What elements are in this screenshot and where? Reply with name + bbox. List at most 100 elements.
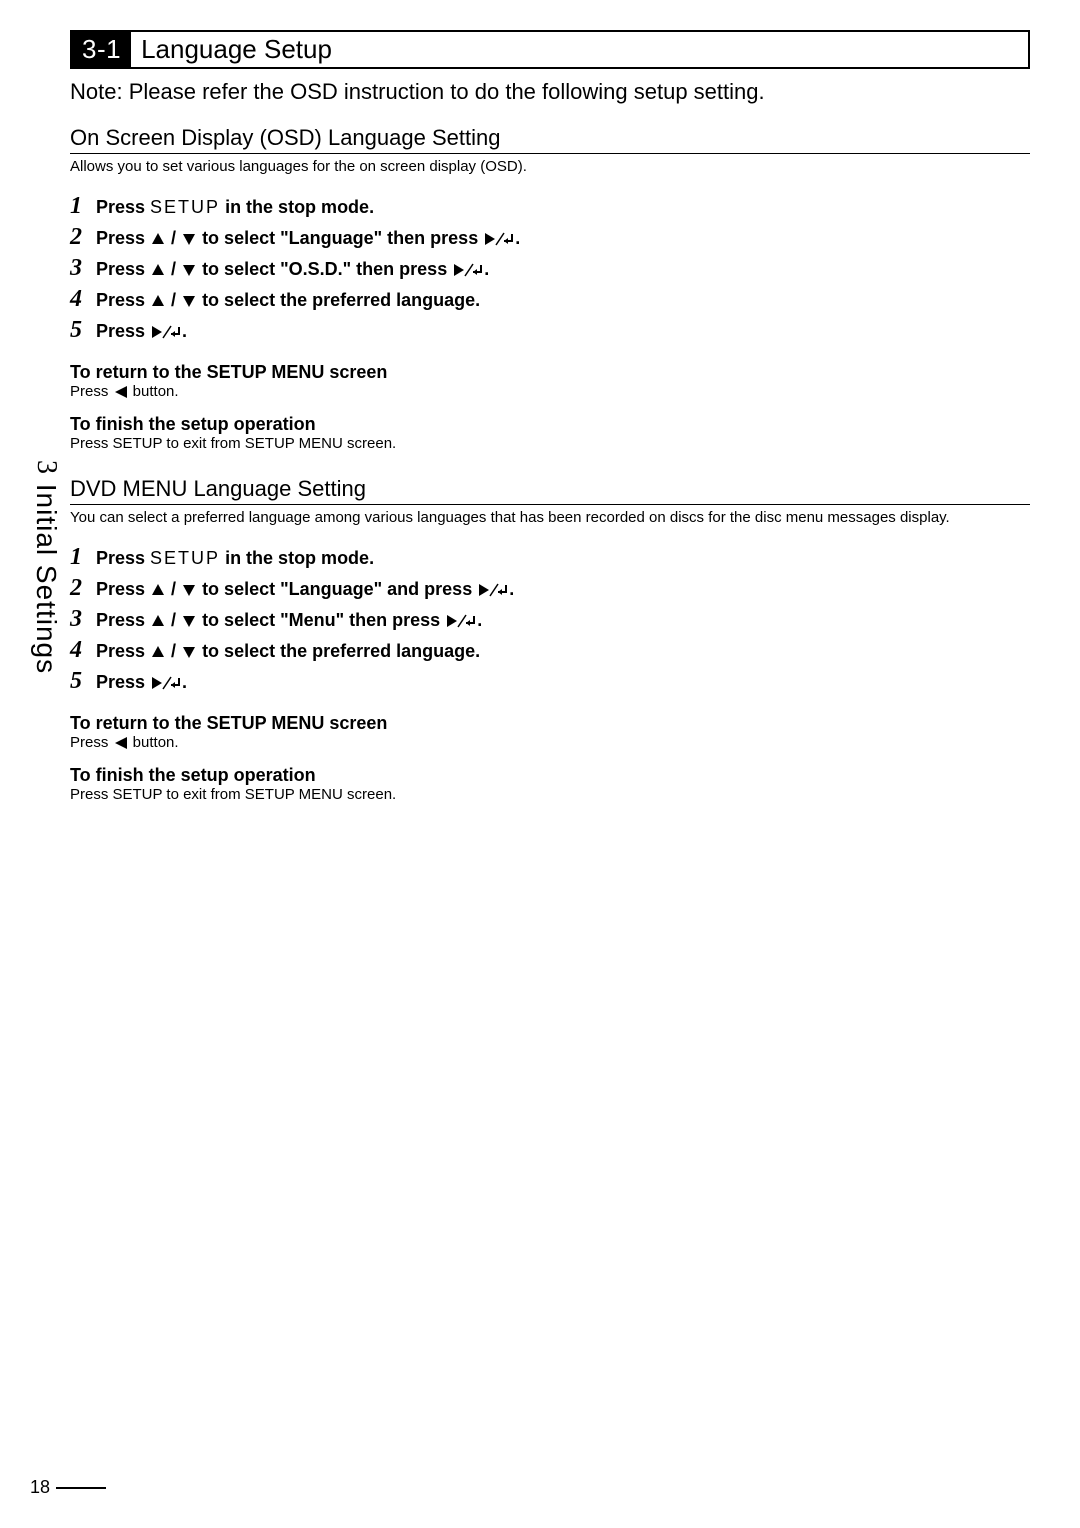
osd-desc: Allows you to set various languages for …	[70, 158, 1030, 175]
step-number: 4	[70, 637, 90, 664]
section-number: 3-1	[72, 32, 131, 67]
text: .	[182, 321, 187, 341]
slash: /	[166, 259, 181, 279]
sidebar-label: Initial Settings	[31, 475, 62, 674]
text: Press	[96, 321, 150, 341]
page-line	[56, 1487, 106, 1489]
section-title: Language Setup	[131, 32, 342, 67]
dvd-heading: DVD MENU Language Setting	[70, 476, 1030, 505]
play-enter-icon	[484, 231, 514, 247]
text: to select "Menu" then press	[197, 610, 445, 630]
text: Press	[70, 383, 113, 400]
finish-heading: To finish the setup operation	[70, 414, 1030, 435]
return-text: Press button.	[70, 734, 1030, 751]
step-number: 5	[70, 317, 90, 344]
text: Press	[96, 197, 150, 217]
text: button.	[129, 383, 179, 400]
slash: /	[166, 579, 181, 599]
text: .	[515, 228, 520, 248]
text: in the stop mode.	[220, 197, 374, 217]
text: to select "O.S.D." then press	[197, 259, 452, 279]
step-1: 1 Press SETUP in the stop mode.	[70, 193, 1030, 220]
dvd-block: DVD MENU Language Setting You can select…	[70, 476, 1030, 803]
step-text: Press .	[96, 321, 187, 342]
text: to select "Language" then press	[197, 228, 483, 248]
step-3: 3 Press / to select "O.S.D." then press …	[70, 255, 1030, 282]
down-triangle-icon	[182, 583, 196, 597]
down-triangle-icon	[182, 263, 196, 277]
return-text: Press button.	[70, 383, 1030, 400]
up-triangle-icon	[151, 232, 165, 246]
return-heading: To return to the SETUP MENU screen	[70, 713, 1030, 734]
step-4: 4 Press / to select the preferred langua…	[70, 637, 1030, 664]
text: to select "Language" and press	[197, 579, 477, 599]
step-text: Press SETUP in the stop mode.	[96, 197, 374, 218]
note-text: Note: Please refer the OSD instruction t…	[70, 79, 1030, 105]
left-triangle-icon	[114, 736, 128, 750]
down-triangle-icon	[182, 294, 196, 308]
text: .	[182, 672, 187, 692]
text: to select the preferred language.	[197, 290, 480, 310]
text: Press	[96, 610, 150, 630]
up-triangle-icon	[151, 614, 165, 628]
text: to select the preferred language.	[197, 641, 480, 661]
up-triangle-icon	[151, 294, 165, 308]
play-enter-icon	[446, 613, 476, 629]
step-number: 1	[70, 193, 90, 220]
step-text: Press / to select "Menu" then press .	[96, 610, 482, 631]
text: Press	[96, 672, 150, 692]
text: Press	[96, 228, 150, 248]
play-enter-icon	[478, 582, 508, 598]
step-3: 3 Press / to select "Menu" then press .	[70, 606, 1030, 633]
sidebar-number: 3	[31, 460, 62, 475]
step-number: 1	[70, 544, 90, 571]
page-number: 18	[30, 1477, 106, 1498]
text: button.	[129, 734, 179, 751]
finish-text: Press SETUP to exit from SETUP MENU scre…	[70, 435, 1030, 452]
step-2: 2 Press / to select "Language" and press…	[70, 575, 1030, 602]
dvd-desc: You can select a preferred language amon…	[70, 509, 1030, 526]
step-number: 2	[70, 575, 90, 602]
step-5: 5 Press .	[70, 317, 1030, 344]
step-text: Press .	[96, 672, 187, 693]
play-enter-icon	[151, 675, 181, 691]
step-text: Press SETUP in the stop mode.	[96, 548, 374, 569]
text: Press	[96, 579, 150, 599]
up-triangle-icon	[151, 263, 165, 277]
step-5: 5 Press .	[70, 668, 1030, 695]
setup-label: SETUP	[150, 548, 220, 568]
slash: /	[166, 228, 181, 248]
play-enter-icon	[453, 262, 483, 278]
up-triangle-icon	[151, 645, 165, 659]
text: .	[509, 579, 514, 599]
text: Press	[96, 290, 150, 310]
step-text: Press / to select "O.S.D." then press .	[96, 259, 489, 280]
return-heading: To return to the SETUP MENU screen	[70, 362, 1030, 383]
text: Press	[96, 641, 150, 661]
finish-heading: To finish the setup operation	[70, 765, 1030, 786]
slash: /	[166, 290, 181, 310]
slash: /	[166, 641, 181, 661]
step-number: 4	[70, 286, 90, 313]
osd-heading: On Screen Display (OSD) Language Setting	[70, 125, 1030, 154]
step-2: 2 Press / to select "Language" then pres…	[70, 224, 1030, 251]
step-number: 5	[70, 668, 90, 695]
step-number: 2	[70, 224, 90, 251]
down-triangle-icon	[182, 232, 196, 246]
step-text: Press / to select "Language" then press …	[96, 228, 520, 249]
up-triangle-icon	[151, 583, 165, 597]
step-number: 3	[70, 255, 90, 282]
text: .	[484, 259, 489, 279]
text: Press	[96, 259, 150, 279]
down-triangle-icon	[182, 614, 196, 628]
text: Press	[96, 548, 150, 568]
text: Press	[70, 734, 113, 751]
dvd-steps: 1 Press SETUP in the stop mode. 2 Press …	[70, 544, 1030, 695]
step-text: Press / to select the preferred language…	[96, 290, 480, 311]
down-triangle-icon	[182, 645, 196, 659]
step-text: Press / to select "Language" and press .	[96, 579, 514, 600]
page-number-value: 18	[30, 1477, 50, 1498]
step-1: 1 Press SETUP in the stop mode.	[70, 544, 1030, 571]
section-header: 3-1 Language Setup	[70, 30, 1030, 69]
left-triangle-icon	[114, 385, 128, 399]
